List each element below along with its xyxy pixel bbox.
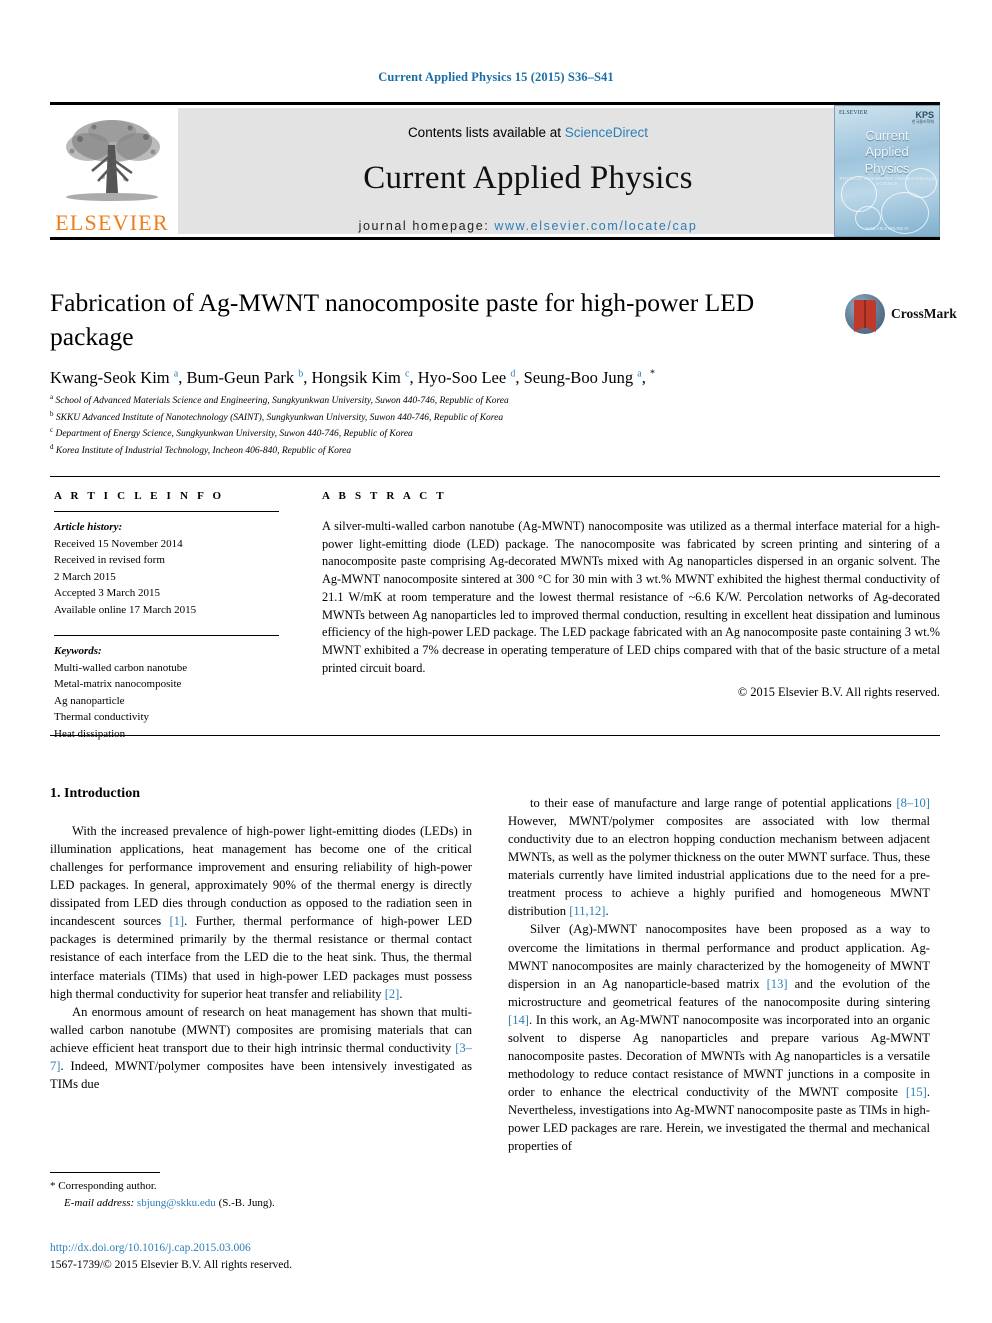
author-list: Kwang-Seok Kim a, Bum-Geun Park b, Hongs… (50, 368, 655, 387)
abstract-copyright: © 2015 Elsevier B.V. All rights reserved… (737, 685, 940, 700)
crossmark-label: CrossMark (891, 306, 957, 321)
corresponding-label: Corresponding author. (58, 1180, 157, 1192)
affiliation-item: c Department of Energy Science, Sungkyun… (50, 425, 930, 442)
elsevier-logo: ELSEVIER (50, 108, 174, 234)
article-history-item: Accepted 3 March 2015 (54, 587, 160, 599)
article-history-list: Received 15 November 2014 Received in rev… (54, 536, 299, 619)
reference-link[interactable]: [2] (385, 987, 400, 1001)
cover-title: Current Applied Physics (835, 128, 939, 177)
journal-masthead: ELSEVIER Contents lists available at Sci… (50, 102, 940, 240)
affiliation-list: a School of Advanced Materials Science a… (50, 392, 930, 458)
corresponding-marker: * (50, 1180, 56, 1192)
affiliation-item: a School of Advanced Materials Science a… (50, 392, 930, 409)
cover-title-line2: Applied (865, 144, 909, 160)
abstract-heading: A B S T R A C T (322, 490, 447, 502)
body-column-right: to their ease of manufacture and large r… (508, 794, 930, 1155)
article-info-rule-2 (54, 635, 279, 636)
reference-link[interactable]: [14] (508, 1013, 529, 1027)
masthead-bottom-rule (50, 237, 940, 240)
section-heading-introduction: 1. Introduction (50, 786, 140, 801)
body-paragraph: Silver (Ag)-MWNT nanocomposites have bee… (508, 922, 930, 1154)
affiliation-text: SKKU Advanced Institute of Nanotechnolog… (53, 412, 504, 423)
journal-title: Current Applied Physics (363, 160, 693, 196)
body-paragraph: to their ease of manufacture and large r… (508, 796, 930, 919)
issn-copyright-line: 1567-1739/© 2015 Elsevier B.V. All right… (50, 1258, 293, 1271)
keyword-item: Heat dissipation (54, 727, 126, 740)
crossmark-icon (845, 294, 885, 334)
body-paragraph: An enormous amount of research on heat m… (50, 1004, 472, 1091)
article-history-item: Received 15 November 2014 (54, 537, 183, 550)
cover-society-mark: KPS 한국물리학회 (911, 110, 934, 125)
reference-link[interactable]: [1] (169, 914, 184, 928)
page-title: Fabrication of Ag-MWNT nanocomposite pas… (50, 288, 755, 351)
masthead-center: Contents lists available at ScienceDirec… (178, 108, 878, 234)
reference-link[interactable]: [8–10] (896, 796, 930, 810)
masthead-top-rule (50, 102, 940, 105)
cover-subtitle: PHYSICS, CHEMISTRY AND MATERIALS SCIENCE (839, 176, 935, 186)
affiliation-item: b SKKU Advanced Institute of Nanotechnol… (50, 409, 930, 426)
keywords-label: Keywords: (54, 645, 102, 657)
journal-homepage-line: journal homepage: www.elsevier.com/locat… (178, 219, 878, 233)
keyword-item: Multi-walled carbon nanotube (54, 661, 188, 674)
affiliation-text: Department of Energy Science, Sungkyunkw… (53, 429, 413, 440)
running-head: Current Applied Physics 15 (2015) S36–S4… (378, 70, 614, 84)
contents-prefix: Contents lists available at (407, 125, 565, 140)
corresponding-author-note: * Corresponding author. E-mail address: … (50, 1178, 480, 1211)
reference-link[interactable]: [3–7] (50, 1041, 472, 1073)
abstract-column: A B S T R A C T A silver-multi-walled ca… (322, 490, 940, 700)
article-history-item: 2 March 2015 (54, 570, 116, 583)
journal-cover-thumbnail: ELSEVIER KPS 한국물리학회 Current Applied Phys… (834, 105, 940, 237)
affiliation-item: d Korea Institute of Industrial Technolo… (50, 442, 930, 459)
keywords-list: Multi-walled carbon nanotube Metal-matrix… (54, 660, 299, 743)
keyword-item: Thermal conductivity (54, 711, 149, 723)
footnote-rule (50, 1172, 160, 1173)
doi-footer: http://dx.doi.org/10.1016/j.cap.2015.03.… (50, 1240, 480, 1273)
article-history-label: Article history: (54, 521, 123, 533)
reference-link[interactable]: [15] (906, 1085, 927, 1099)
email-line: E-mail address: sbjung@skku.edu (S.-B. J… (50, 1195, 480, 1212)
affiliation-text: Korea Institute of Industrial Technology… (53, 445, 352, 456)
cover-title-line3: Physics (864, 160, 910, 176)
band-bottom-rule (50, 735, 940, 736)
article-history-item: Received in revised form (54, 554, 165, 566)
email-label: E-mail address: (64, 1196, 135, 1209)
elsevier-wordmark: ELSEVIER (55, 210, 169, 235)
article-info-rule-1 (54, 511, 279, 512)
journal-homepage-link[interactable]: www.elsevier.com/locate/cap (494, 219, 697, 233)
article-page: Current Applied Physics 15 (2015) S36–S4… (0, 0, 992, 1323)
homepage-prefix: journal homepage: (358, 219, 495, 233)
email-owner: (S.-B. Jung). (218, 1196, 275, 1209)
email-link[interactable]: sbjung@skku.edu (137, 1197, 216, 1209)
keyword-item: Metal-matrix nanocomposite (54, 678, 182, 690)
doi-link[interactable]: http://dx.doi.org/10.1016/j.cap.2015.03.… (50, 1240, 480, 1257)
band-top-rule (50, 476, 940, 477)
cover-elsevier-mark: ELSEVIER (839, 110, 868, 116)
reference-link[interactable]: [11,12] (569, 904, 605, 918)
cover-footer: AVAILABLE ONLINE AT (865, 226, 909, 231)
reference-link[interactable]: [13] (767, 977, 788, 991)
keyword-item: Ag nanoparticle (54, 694, 125, 707)
elsevier-tree-icon (66, 120, 160, 201)
article-info-heading: A R T I C L E I N F O (54, 490, 225, 502)
abstract-text: A silver-multi-walled carbon nanotube (A… (322, 519, 940, 675)
cover-title-line1: Current (865, 128, 909, 143)
crossmark-badge[interactable]: CrossMark (845, 288, 957, 340)
body-paragraph: With the increased prevalence of high-po… (50, 824, 472, 1001)
article-history-item: Available online 17 March 2015 (54, 603, 197, 616)
cover-society-name: 한국물리학회 (911, 119, 934, 125)
body-column-left: With the increased prevalence of high-po… (50, 822, 472, 1093)
affiliation-text: School of Advanced Materials Science and… (53, 396, 509, 407)
article-info-column: A R T I C L E I N F O Article history: R… (54, 490, 299, 742)
contents-list-line: Contents lists available at ScienceDirec… (178, 125, 878, 140)
corresponding-author-line: * Corresponding author. (50, 1178, 480, 1195)
sciencedirect-link[interactable]: ScienceDirect (565, 125, 648, 140)
